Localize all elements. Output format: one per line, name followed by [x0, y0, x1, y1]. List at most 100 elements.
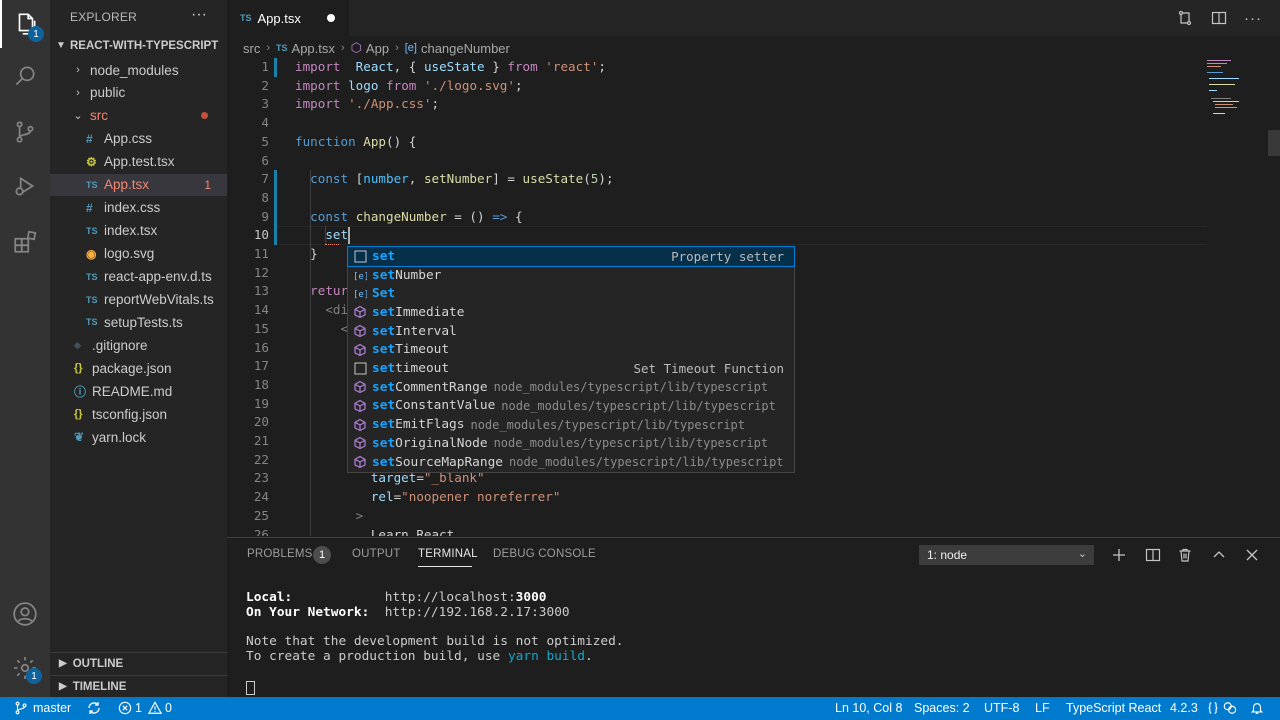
- code-text: const [number, setNumber] = useState(5);: [310, 171, 614, 187]
- variable-icon: [e]: [352, 267, 368, 283]
- editor-scrollbar[interactable]: [1268, 130, 1280, 156]
- tab-problems[interactable]: PROBLEMS: [247, 548, 313, 560]
- terminal-local-url: http://localhost:: [384, 590, 516, 605]
- suggestion-item[interactable]: [e] Set: [348, 284, 794, 303]
- suggestion-item[interactable]: set Property setter: [347, 246, 795, 267]
- code-text: function App() {: [295, 133, 417, 149]
- feedback-icon[interactable]: [1222, 701, 1237, 715]
- tab-app-tsx[interactable]: TS App.tsx: [227, 0, 349, 36]
- sync-icon[interactable]: [86, 701, 102, 715]
- encoding[interactable]: UTF-8: [984, 701, 1019, 715]
- warning-count: 0: [164, 701, 172, 715]
- json-file-icon: {}: [74, 408, 83, 421]
- trash-icon[interactable]: [1175, 545, 1195, 565]
- unsaved-dot-icon[interactable]: [327, 14, 335, 22]
- tree-item[interactable]: # index.css: [50, 197, 227, 219]
- run-debug-icon[interactable]: [0, 162, 50, 210]
- workspace-folder-label: REACT-WITH-TYPESCRIPT: [70, 40, 219, 52]
- new-terminal-plus-icon[interactable]: [1109, 545, 1129, 565]
- breadcrumb-change-number[interactable]: changeNumber: [421, 41, 510, 56]
- open-changes-icon[interactable]: [1175, 8, 1195, 28]
- tree-item[interactable]: {} tsconfig.json: [50, 403, 227, 425]
- workspace-folder[interactable]: ▼ REACT-WITH-TYPESCRIPT: [50, 38, 227, 58]
- breadcrumb-app[interactable]: App: [366, 41, 389, 56]
- chevron-right-icon: ▶: [59, 658, 67, 669]
- line-number: 14: [253, 302, 269, 318]
- branch-status[interactable]: master: [14, 701, 71, 715]
- suggestion-item[interactable]: settimeout Set Timeout Function: [348, 359, 794, 378]
- method-icon: [352, 435, 368, 451]
- suggestion-item[interactable]: setCommentRange node_modules/typescript/l…: [348, 378, 794, 397]
- suggestion-item[interactable]: setImmediate: [348, 303, 794, 322]
- explorer-icon[interactable]: 1: [0, 0, 50, 48]
- line-number: 12: [253, 264, 269, 280]
- terminal-network-label: On Your Network:: [246, 605, 370, 620]
- chevron-right-icon: ›: [395, 42, 399, 54]
- tree-item[interactable]: {} package.json: [50, 357, 227, 379]
- tree-item[interactable]: TS setupTests.ts: [50, 311, 227, 333]
- suggestion-item[interactable]: setEmitFlags node_modules/typescript/lib/…: [348, 415, 794, 434]
- suggestion-item[interactable]: setInterval: [348, 322, 794, 341]
- close-panel-icon[interactable]: [1242, 545, 1262, 565]
- tree-item[interactable]: TS App.tsx 1: [50, 173, 227, 196]
- tree-item[interactable]: TS index.tsx: [50, 220, 227, 242]
- split-editor-icon[interactable]: [1209, 8, 1229, 28]
- language-mode[interactable]: TypeScript React: [1066, 701, 1161, 715]
- chevron-right-icon: ›: [266, 42, 271, 54]
- more-actions-icon[interactable]: ···: [1243, 8, 1263, 28]
- suggestion-item[interactable]: setTimeout: [348, 341, 794, 360]
- search-icon[interactable]: [0, 52, 50, 100]
- outline-section[interactable]: ▶ OUTLINE: [50, 652, 227, 674]
- breadcrumb-src[interactable]: src: [243, 41, 260, 56]
- manage-gear-icon[interactable]: 1: [0, 644, 50, 692]
- problems-status[interactable]: 1 0: [118, 701, 172, 715]
- tree-item[interactable]: TS reportWebVitals.ts: [50, 289, 227, 311]
- line-number: 25: [253, 507, 269, 523]
- split-terminal-icon[interactable]: [1143, 545, 1163, 565]
- end-of-line[interactable]: LF: [1035, 701, 1050, 715]
- suggestion-item[interactable]: setOriginalNode node_modules/typescript/l…: [348, 434, 794, 453]
- minimap[interactable]: [1205, 58, 1265, 536]
- indentation[interactable]: Spaces: 2: [914, 701, 970, 715]
- snippet-icon: [352, 361, 368, 377]
- suggestion-item[interactable]: setSourceMapRange node_modules/typescript…: [348, 453, 794, 472]
- tree-item[interactable]: ⓘ README.md: [50, 380, 227, 402]
- suggestion-label: setEmitFlags: [372, 417, 465, 433]
- account-icon[interactable]: [0, 590, 50, 638]
- tree-item[interactable]: › node_modules: [50, 59, 227, 81]
- line-number: 7: [261, 171, 269, 187]
- maximize-panel-chevron-up-icon[interactable]: [1209, 545, 1229, 565]
- tab-debug-console[interactable]: DEBUG CONSOLE: [493, 548, 596, 560]
- tree-item[interactable]: ◆ .gitignore: [50, 334, 227, 356]
- tab-output[interactable]: OUTPUT: [352, 548, 400, 560]
- tab-terminal[interactable]: TERMINAL: [418, 548, 478, 560]
- tree-item[interactable]: # App.css: [50, 128, 227, 150]
- tree-item-label: package.json: [92, 360, 172, 376]
- snippet-icon: [352, 248, 368, 264]
- typescript-version[interactable]: 4.2.3: [1170, 701, 1220, 715]
- line-number: 10: [253, 227, 269, 243]
- tree-item[interactable]: TS react-app-env.d.ts: [50, 266, 227, 288]
- tree-item[interactable]: ⚙ App.test.tsx: [50, 151, 227, 173]
- tree-item[interactable]: ◉ logo.svg: [50, 243, 227, 265]
- tree-item[interactable]: ❦ yarn.lock: [50, 426, 227, 448]
- tree-item[interactable]: › public: [50, 82, 227, 104]
- notifications-bell-icon[interactable]: [1250, 701, 1264, 715]
- breadcrumb-file[interactable]: App.tsx: [292, 41, 335, 56]
- svg-file-icon: ◉: [86, 246, 97, 261]
- timeline-section[interactable]: ▶ TIMELINE: [50, 675, 227, 697]
- more-actions-icon[interactable]: ···: [191, 6, 207, 24]
- suggestion-item[interactable]: setConstantValue node_modules/typescript/…: [348, 397, 794, 416]
- extensions-icon[interactable]: [0, 218, 50, 266]
- line-number: 13: [253, 283, 269, 299]
- error-count-badge: 1: [204, 177, 211, 192]
- suggestion-type: Property setter: [671, 248, 784, 264]
- cursor-position[interactable]: Ln 10, Col 8: [835, 701, 902, 715]
- tree-item[interactable]: ⌄ src: [50, 105, 227, 127]
- source-control-icon[interactable]: [0, 108, 50, 156]
- suggestion-item[interactable]: [e] setNumber: [348, 266, 794, 285]
- code-line: 10 set: [227, 226, 1227, 245]
- line-number: 6: [261, 152, 269, 168]
- suggestion-label: Set: [372, 286, 396, 302]
- terminal-select[interactable]: 1: node ⌄: [919, 545, 1094, 565]
